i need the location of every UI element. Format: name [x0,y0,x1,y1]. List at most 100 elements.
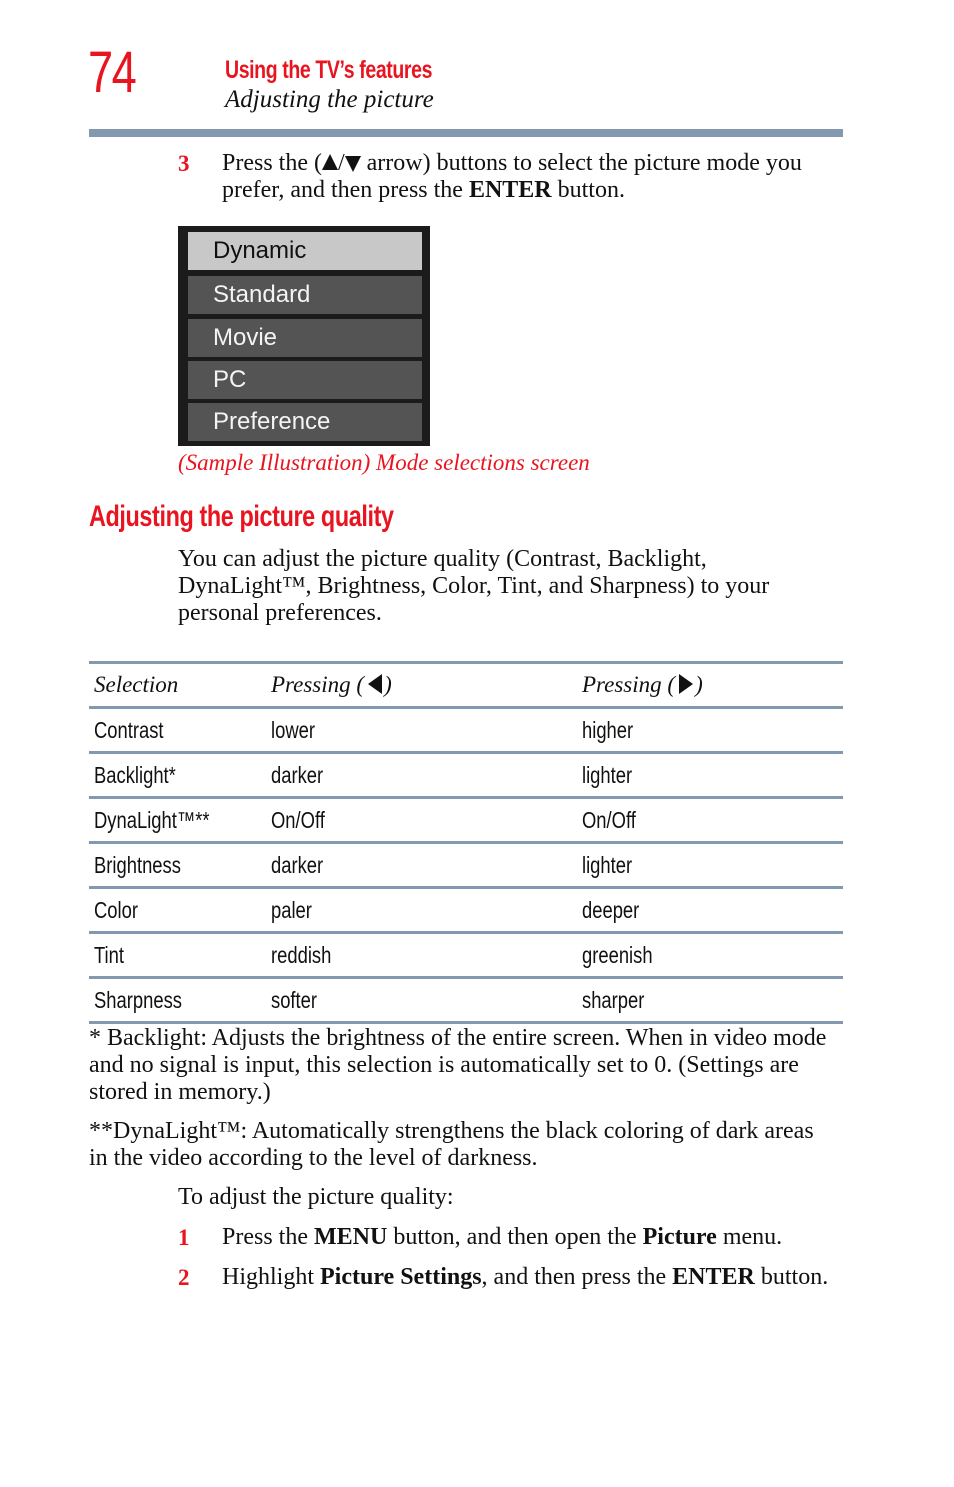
menu-item-standard[interactable]: Standard [188,276,422,314]
up-triangle-icon [321,154,338,171]
footnote-line: in the video according to the level of d… [89,1145,538,1171]
step-3: 3 Press the ( / arrow) buttons to select … [0,150,954,210]
header-pressing-right: Pressing () [577,661,843,708]
table-row: Brightness darker lighter [89,841,843,888]
cell-selection: Brightness [89,841,266,888]
cell-text: Sharpness [94,986,182,1013]
cell-pressing-right: greenish [577,931,843,978]
menu-item-pc[interactable]: PC [188,361,422,399]
cell-selection: Contrast [89,706,266,753]
table-row: Sharpness softer sharper [89,976,843,1024]
cell-selection: Sharpness [89,976,266,1024]
cell-text: softer [271,986,318,1013]
text: ) [384,671,392,697]
cell-text: lower [271,716,315,743]
menu-item-preference[interactable]: Preference [188,403,422,441]
text: prefer, and then press the [222,177,469,203]
cell-text: lighter [582,851,633,878]
text: Pressing ( [271,671,365,697]
cell-text: darker [271,851,324,878]
cell-pressing-right: sharper [577,976,843,1024]
footnote-backlight: * Backlight: Adjusts the brightness of t… [89,1025,849,1106]
cell-text: lighter [582,761,633,788]
cell-text: On/Off [582,806,636,833]
header-pressing-left: Pressing () [266,661,577,708]
table-row: Color paler deeper [89,886,843,933]
text: button, and then open the [387,1224,643,1250]
step-number: 3 [178,151,190,176]
cell-pressing-left: lower [266,706,577,753]
intro-line: You can adjust the picture quality (Cont… [178,546,707,572]
intro-line: personal preferences. [178,600,382,626]
bold-text: MENU [314,1224,388,1250]
chapter-title: Using the TV’s features [225,56,433,84]
table-row: Backlight* darker lighter [89,751,843,798]
text: Press the ( [222,150,322,176]
page-number: 74 [88,40,137,105]
text: Highlight [222,1264,321,1290]
cell-pressing-left: paler [266,886,577,933]
procedure-step-2: 2 Highlight Picture Settings, and then p… [0,1264,954,1291]
intro-line: DynaLight™, Brightness, Color, Tint, and… [178,573,770,599]
cell-text: deeper [582,896,640,923]
cell-text: DynaLight™** [94,806,210,833]
table-row: DynaLight™** On/Off On/Off [89,796,843,843]
cell-selection: Backlight* [89,751,266,798]
cell-selection: DynaLight™** [89,796,266,843]
slash: / [337,150,345,176]
cell-pressing-right: lighter [577,841,843,888]
cell-pressing-right: deeper [577,886,843,933]
cell-text: higher [582,716,634,743]
bold-text: ENTER [672,1264,755,1290]
cell-text: Contrast [94,716,164,743]
cell-text: paler [271,896,312,923]
footnote-dynalight: **DynaLight™: Automatically strengthens … [89,1118,849,1172]
cell-pressing-left: darker [266,841,577,888]
procedure-step-1: 1 Press the MENU button, and then open t… [0,1224,954,1251]
text: menu. [716,1224,783,1250]
right-triangle-icon [679,674,694,695]
step-text: Press the MENU button, and then open the… [222,1224,782,1251]
cell-text: sharper [582,986,645,1013]
cell-pressing-right: On/Off [577,796,843,843]
intro-paragraph: You can adjust the picture quality (Cont… [178,546,818,627]
left-triangle-icon [368,674,383,695]
cell-pressing-right: lighter [577,751,843,798]
picture-mode-menu: Dynamic Standard Movie PC Preference [178,226,430,446]
cell-selection: Color [89,886,266,933]
cell-text: greenish [582,941,653,968]
text: , and then press the [481,1264,673,1290]
figure-caption: (Sample Illustration) Mode selections sc… [178,450,590,475]
cell-text: On/Off [271,806,325,833]
footnote-line: stored in memory.) [89,1079,271,1105]
down-triangle-icon [344,156,361,173]
picture-quality-table: Selection Pressing () Pressing () Contra… [89,661,843,1024]
procedure-intro: To adjust the picture quality: [178,1184,454,1210]
text: Pressing ( [582,671,676,697]
cell-text: darker [271,761,324,788]
footnote-line: * Backlight: Adjusts the brightness of t… [89,1025,827,1051]
header-rule [89,129,843,137]
footnote-line: **DynaLight™: Automatically strengthens … [89,1118,814,1144]
text: Press the [222,1224,314,1250]
step-number: 1 [178,1225,190,1250]
cell-text: Brightness [94,851,181,878]
menu-item-dynamic[interactable]: Dynamic [188,232,422,270]
cell-pressing-right: higher [577,706,843,753]
enter-label: ENTER [468,177,552,203]
footnote-line: and no signal is input, this selection i… [89,1052,799,1078]
text: ) [695,671,703,697]
cell-text: reddish [271,941,332,968]
cell-pressing-left: darker [266,751,577,798]
text: arrow) buttons to select the picture mod… [360,150,802,176]
header-selection: Selection [89,661,266,708]
cell-selection: Tint [89,931,266,978]
cell-pressing-left: On/Off [266,796,577,843]
bold-text: Picture Settings [320,1264,482,1290]
step-text-line1: Press the ( / arrow) buttons to select th… [222,150,802,177]
step-number: 2 [178,1265,190,1290]
menu-item-movie[interactable]: Movie [188,319,422,357]
text: button. [754,1264,829,1290]
cell-pressing-left: reddish [266,931,577,978]
table-row: Tint reddish greenish [89,931,843,978]
